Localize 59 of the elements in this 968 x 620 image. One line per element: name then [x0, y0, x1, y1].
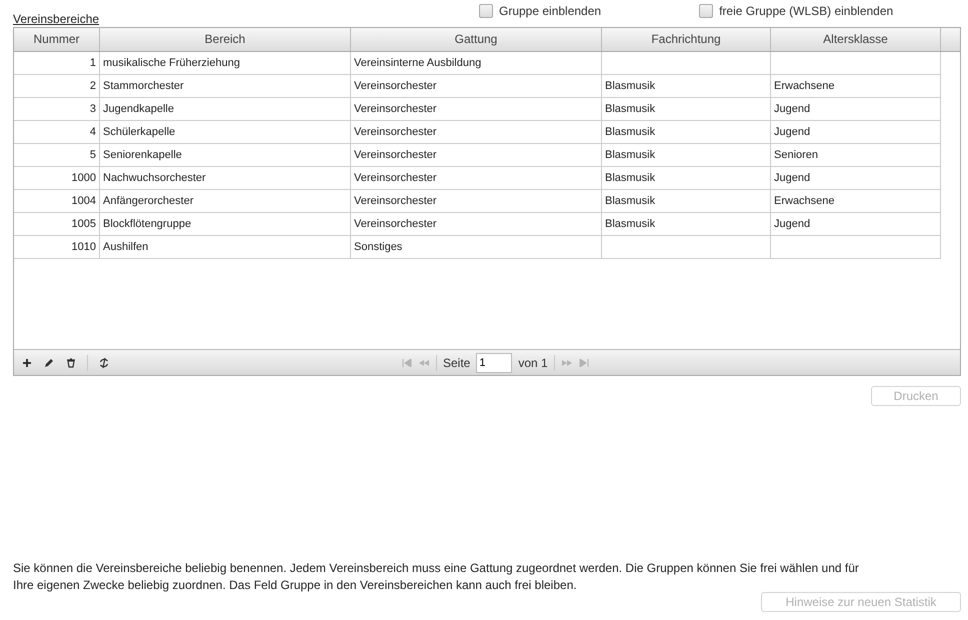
- table-cell: Anfängerorchester: [100, 190, 351, 213]
- refresh-icon[interactable]: [98, 356, 110, 368]
- table-cell: Jugend: [771, 121, 941, 144]
- page-count: von 1: [518, 356, 548, 370]
- column-header[interactable]: Fachrichtung: [602, 28, 771, 51]
- table-cell: 1: [14, 52, 100, 75]
- table-cell: 1005: [14, 213, 100, 236]
- table-cell: Vereinsorchester: [351, 144, 602, 167]
- table-cell: Blasmusik: [602, 167, 771, 190]
- table-cell: 1000: [14, 167, 100, 190]
- trash-icon[interactable]: [65, 356, 77, 368]
- checkbox-icon[interactable]: [479, 4, 493, 18]
- column-header[interactable]: Gattung: [351, 28, 602, 51]
- table-cell: Vereinsorchester: [351, 213, 602, 236]
- table-cell: Erwachsene: [771, 75, 941, 98]
- table-cell: 2: [14, 75, 100, 98]
- table-cell: 4: [14, 121, 100, 144]
- table-cell: Seniorenkapelle: [100, 144, 351, 167]
- table-cell: Jugend: [771, 213, 941, 236]
- column-header[interactable]: Altersklasse: [771, 28, 941, 51]
- toggle-checkbox[interactable]: Gruppe einblenden: [479, 4, 602, 18]
- column-header[interactable]: Bereich: [100, 28, 351, 51]
- add-icon[interactable]: [21, 356, 33, 368]
- info-text: Sie können die Vereinsbereiche beliebig benennen. Jedem Vereinsbereich muss eine Gattung zugeordnet werden. Die Gruppen können Sie frei wählen und für Ihre eigenen Zwecke beliebig zuordnen. Das Feld Gruppe in den Vereinsbereichen kann auch frei bleiben.: [13, 560, 860, 594]
- table-cell: Vereinsorchester: [351, 167, 602, 190]
- page-label: Seite: [443, 356, 470, 370]
- table-cell: Aushilfen: [100, 236, 351, 259]
- table-cell: Jugend: [771, 167, 941, 190]
- table-cell: 5: [14, 144, 100, 167]
- table-cell: Schülerkapelle: [100, 121, 351, 144]
- checkbox-icon[interactable]: [699, 4, 714, 18]
- table-cell: Sonstiges: [351, 236, 602, 259]
- section-link[interactable]: Vereinsbereiche: [13, 12, 100, 26]
- table-cell: Vereinsorchester: [351, 75, 602, 98]
- table-cell: Blockflötengruppe: [100, 213, 351, 236]
- table-cell: Stammorchester: [100, 75, 351, 98]
- table-cell: Nachwuchsorchester: [100, 167, 351, 190]
- table-cell: Blasmusik: [602, 190, 771, 213]
- column-header[interactable]: Nummer: [14, 28, 100, 51]
- table-cell: Vereinsorchester: [351, 190, 602, 213]
- page-input[interactable]: 1: [476, 352, 512, 372]
- table-cell: musikalische Früherziehung: [100, 52, 351, 75]
- table-cell: Vereinsinterne Ausbildung: [351, 52, 602, 75]
- table-cell: Blasmusik: [602, 98, 771, 121]
- table-cell: Jugend: [771, 98, 941, 121]
- table-cell: Blasmusik: [602, 213, 771, 236]
- table-cell: 3: [14, 98, 100, 121]
- table-cell: Blasmusik: [602, 75, 771, 98]
- table-cell: Vereinsorchester: [351, 98, 602, 121]
- pencil-icon[interactable]: [43, 356, 55, 368]
- table-cell: Senioren: [771, 144, 941, 167]
- checkbox-label: Gruppe einblenden: [499, 4, 602, 18]
- table-cell: 1010: [14, 236, 100, 259]
- table-cell: Jugendkapelle: [100, 98, 351, 121]
- table-cell: Vereinsorchester: [351, 121, 602, 144]
- table-cell: Erwachsene: [771, 190, 941, 213]
- table-cell: Blasmusik: [602, 121, 771, 144]
- table-cell: Blasmusik: [602, 144, 771, 167]
- table-cell: 1004: [14, 190, 100, 213]
